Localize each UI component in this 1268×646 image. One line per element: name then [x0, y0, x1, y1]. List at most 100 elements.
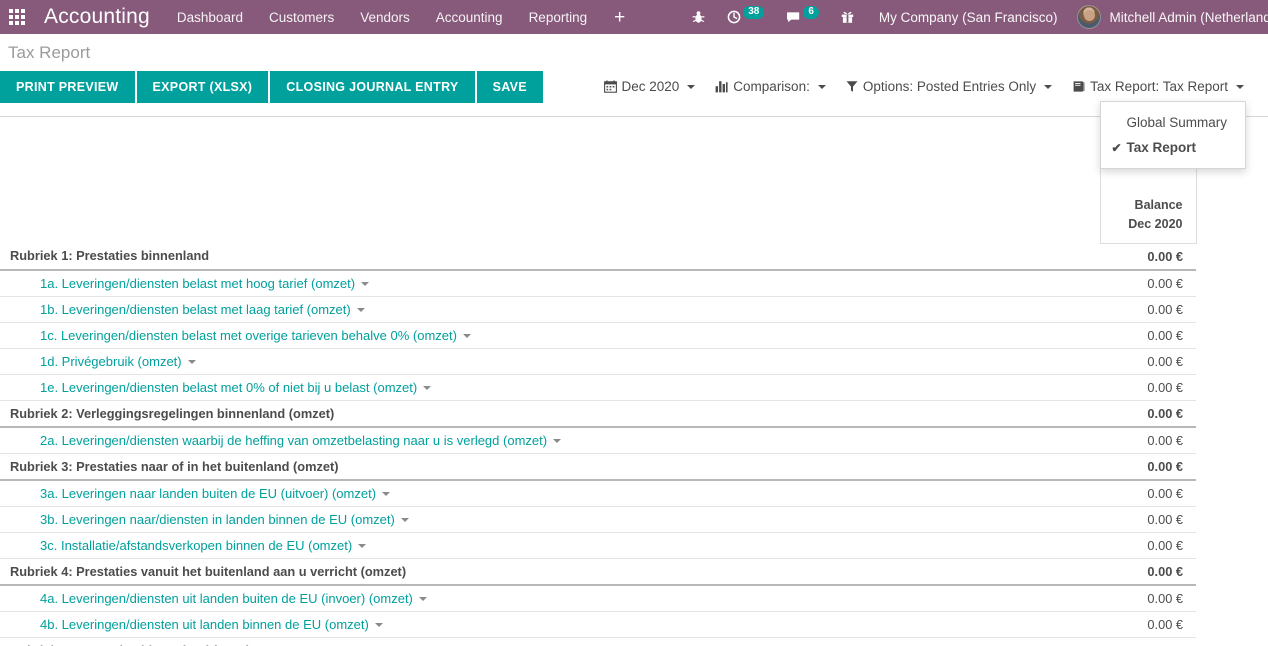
report-line-row: 4a. Leveringen/diensten uit landen buite…: [0, 584, 1268, 612]
company-switcher[interactable]: My Company (San Francisco): [865, 10, 1072, 25]
tax-report-filter[interactable]: Tax Report: Tax Report: [1062, 75, 1254, 98]
report-row-label-cell: Rubriek 3: Prestaties naar of in het bui…: [0, 453, 1100, 481]
book-icon: [1072, 80, 1085, 93]
chevron-down-icon[interactable]: [418, 597, 427, 602]
report-line-link[interactable]: 3b. Leveringen naar/diensten in landen b…: [40, 512, 395, 527]
report-line-row: 2a. Leveringen/diensten waarbij de heffi…: [0, 426, 1268, 454]
report-row-spacer-cell: [1196, 296, 1268, 322]
funnel-icon: [846, 80, 858, 93]
report-row-spacer-cell: [1196, 637, 1268, 646]
report-row-balance-cell: 0.00 €: [1100, 243, 1196, 271]
user-name-label: Mitchell Admin (Netherlands_loc: [1109, 9, 1268, 25]
menu-item-dashboard[interactable]: Dashboard: [164, 1, 256, 34]
menu-item-accounting[interactable]: Accounting: [423, 1, 516, 34]
report-section-row: Rubriek 4: Prestaties vanuit het buitenl…: [0, 558, 1268, 586]
save-button[interactable]: SAVE: [476, 71, 543, 103]
date-filter[interactable]: Dec 2020: [594, 75, 706, 98]
options-filter-label: Options: Posted Entries Only: [862, 79, 1037, 94]
report-line-row: 1a. Leveringen/diensten belast met hoog …: [0, 269, 1268, 297]
report-row-label-cell: Rubriek 2: Verleggingsregelingen binnenl…: [0, 400, 1100, 428]
report-section-label: Rubriek 3: Prestaties naar of in het bui…: [10, 458, 339, 474]
report-row-balance-cell: 0.00 €: [1100, 426, 1196, 454]
avatar: [1077, 5, 1102, 29]
brand-title[interactable]: Accounting: [34, 5, 164, 29]
calendar-icon: [603, 80, 617, 93]
check-icon: ✔: [1111, 140, 1122, 155]
report-row-label-cell: 4a. Leveringen/diensten uit landen buite…: [0, 584, 1100, 612]
menu-item-vendors[interactable]: Vendors: [347, 1, 423, 34]
chevron-down-icon[interactable]: [358, 544, 367, 549]
report-row-balance-cell: 0.00 €: [1100, 506, 1196, 533]
messaging-chat-icon[interactable]: 6: [775, 0, 830, 34]
user-menu[interactable]: Mitchell Admin (Netherlands_loc: [1071, 5, 1268, 29]
activity-clock-icon[interactable]: 38: [716, 0, 775, 34]
bar-chart-icon: [715, 80, 728, 93]
report-row-label-cell: 3a. Leveringen naar landen buiten de EU …: [0, 479, 1100, 507]
report-row-label-cell: 1a. Leveringen/diensten belast met hoog …: [0, 269, 1100, 297]
top-navbar: Accounting Dashboard Customers Vendors A…: [0, 0, 1268, 34]
report-section-row: Rubriek 2: Verleggingsregelingen binnenl…: [0, 400, 1268, 428]
balance-title: Balance: [1134, 197, 1183, 212]
dropdown-item-tax-report[interactable]: ✔ Tax Report: [1101, 135, 1245, 160]
chevron-down-icon: [1044, 84, 1053, 89]
report-line-link[interactable]: 2a. Leveringen/diensten waarbij de heffi…: [40, 433, 547, 448]
chevron-down-icon[interactable]: [423, 386, 432, 391]
add-menu-plus-icon[interactable]: +: [600, 8, 639, 27]
report-row-balance-cell: 0.00 €: [1100, 584, 1196, 612]
debug-bug-icon[interactable]: [681, 0, 716, 34]
chevron-down-icon[interactable]: [400, 518, 409, 523]
chevron-down-icon: [1236, 84, 1244, 89]
chevron-down-icon[interactable]: [462, 334, 471, 339]
report-row-spacer-cell: [1196, 611, 1268, 637]
comparison-filter[interactable]: Comparison:: [705, 75, 836, 98]
report-row-balance-cell: 0.00 €: [1100, 400, 1196, 428]
report-row-label-cell: Rubriek 4: Prestaties vanuit het buitenl…: [0, 558, 1100, 586]
options-filter[interactable]: Options: Posted Entries Only: [836, 75, 1062, 98]
report-line-link[interactable]: 1d. Privégebruik (omzet): [40, 354, 182, 369]
report-line-link[interactable]: 1c. Leveringen/diensten belast met overi…: [40, 328, 457, 343]
report-line-row: 1d. Privégebruik (omzet) 0.00 €: [0, 348, 1268, 375]
report-line-link[interactable]: 1e. Leveringen/diensten belast met 0% of…: [40, 380, 417, 395]
report-row-balance-cell: 0.00 €: [1100, 348, 1196, 375]
balance-period: Dec 2020: [1128, 217, 1183, 232]
gift-icon[interactable]: [830, 0, 865, 34]
chevron-down-icon[interactable]: [553, 439, 562, 444]
dropdown-item-global-summary[interactable]: Global Summary: [1101, 110, 1245, 135]
chevron-down-icon[interactable]: [187, 360, 196, 365]
chevron-down-icon[interactable]: [356, 308, 365, 313]
breadcrumb: Tax Report: [8, 43, 91, 62]
report-row-label-cell: 1b. Leveringen/diensten belast met laag …: [0, 296, 1100, 323]
action-buttons: PRINT PREVIEW EXPORT (XLSX) CLOSING JOUR…: [0, 71, 545, 103]
control-panel: Tax Report PRINT PREVIEW EXPORT (XLSX) C…: [0, 34, 1268, 169]
report-line-link[interactable]: 4a. Leveringen/diensten uit landen buite…: [40, 591, 413, 606]
main-menu: Dashboard Customers Vendors Accounting R…: [164, 1, 600, 34]
closing-journal-entry-button[interactable]: CLOSING JOURNAL ENTRY: [270, 71, 475, 103]
report-line-link[interactable]: 3c. Installatie/afstandsverkopen binnen …: [40, 538, 352, 553]
report-row-spacer-cell: [1196, 348, 1268, 374]
menu-item-reporting[interactable]: Reporting: [516, 1, 601, 34]
report-row-label-cell: 2a. Leveringen/diensten waarbij de heffi…: [0, 426, 1100, 454]
report-table-body: Rubriek 1: Prestaties binnenland 0.00 € 1a…: [0, 243, 1268, 646]
chevron-down-icon[interactable]: [382, 492, 391, 497]
report-section-label: Rubriek 4: Prestaties vanuit het buitenl…: [10, 563, 407, 579]
report-row-spacer-cell: [1196, 427, 1268, 454]
print-preview-button[interactable]: PRINT PREVIEW: [0, 71, 135, 103]
report-row-label-cell: Rubriek 1: Prestaties binnenland (BTW): [0, 637, 1100, 646]
report-line-link[interactable]: 3a. Leveringen naar landen buiten de EU …: [40, 486, 376, 501]
report-row-spacer-cell: [1196, 532, 1268, 558]
report-line-link[interactable]: 1a. Leveringen/diensten belast met hoog …: [40, 276, 355, 291]
report-row-balance-cell: 0.00 €: [1100, 532, 1196, 559]
report-section-label: Rubriek 1: Prestaties binnenland (BTW): [10, 643, 250, 646]
apps-grid-icon[interactable]: [0, 0, 34, 34]
report-filters: Dec 2020 Comparison: Options: Posted Ent…: [594, 71, 1268, 169]
report-row-label-cell: 1e. Leveringen/diensten belast met 0% of…: [0, 374, 1100, 401]
chevron-down-icon[interactable]: [374, 623, 383, 628]
report-line-link[interactable]: 4b. Leveringen/diensten uit landen binne…: [40, 617, 369, 632]
menu-item-customers[interactable]: Customers: [256, 1, 347, 34]
chevron-down-icon[interactable]: [361, 282, 370, 287]
report-line-link[interactable]: 1b. Leveringen/diensten belast met laag …: [40, 302, 351, 317]
export-xlsx-button[interactable]: EXPORT (XLSX): [136, 71, 269, 103]
report-row-balance-cell: 0.00 €: [1100, 479, 1196, 507]
report-row-balance-cell: 0.00 €: [1100, 269, 1196, 297]
messaging-counter-badge: 6: [803, 5, 819, 19]
